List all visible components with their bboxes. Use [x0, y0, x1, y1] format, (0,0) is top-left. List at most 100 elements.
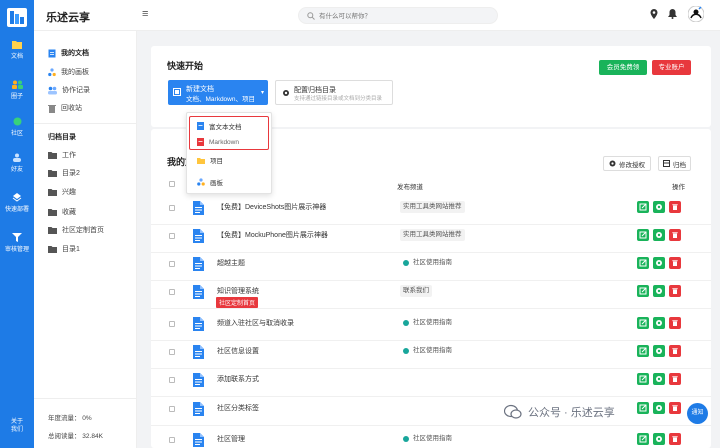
gear-icon [609, 160, 616, 167]
row-checkbox[interactable] [169, 437, 175, 443]
table-row[interactable]: 社区管理 社区使用指南 [151, 429, 711, 448]
location-icon[interactable] [650, 9, 658, 21]
sidebar-item-collab[interactable]: 协作记录 [48, 84, 90, 96]
rail-item-community[interactable]: 社区 [0, 117, 34, 137]
search-box[interactable] [298, 7, 498, 24]
folder-item[interactable]: 社区定制首页 [48, 224, 104, 236]
table-row[interactable]: 【免费】MockuPhone图片展示神器 实用工具类网站推荐 [151, 225, 711, 253]
dropdown-item-richtext[interactable]: 富文本文档 [197, 120, 242, 132]
folder-item[interactable]: 工作 [48, 149, 76, 161]
dropdown-item-markdown[interactable]: Markdown [197, 136, 239, 148]
table-row[interactable]: 添加联系方式 [151, 369, 711, 397]
dropdown-item-project[interactable]: 项目 [197, 154, 223, 166]
app-logo-icon[interactable] [5, 5, 29, 29]
bell-icon[interactable] [668, 9, 677, 21]
doc-name[interactable]: 频道入驻社区与取消收录 [217, 318, 294, 328]
rail-item-friends[interactable]: 好友 [0, 153, 34, 173]
delete-button[interactable] [669, 285, 681, 297]
member-free-button[interactable]: 会员免费领 [599, 60, 647, 75]
delete-button[interactable] [669, 433, 681, 445]
settings-button[interactable] [653, 317, 665, 329]
table-row[interactable]: 社区分类标签 [151, 398, 711, 426]
doc-name[interactable]: 社区信息设置 [217, 346, 259, 356]
delete-button[interactable] [669, 257, 681, 269]
folder-item[interactable]: 收藏 [48, 206, 76, 218]
row-checkbox[interactable] [169, 377, 175, 383]
channel-badge: 实用工具类网站推荐 [400, 229, 465, 241]
settings-button[interactable] [653, 201, 665, 213]
rail-item-review[interactable]: 审核管理 [0, 233, 34, 253]
archive-button[interactable]: 归档 [658, 156, 691, 171]
friends-icon [13, 153, 21, 162]
settings-button[interactable] [653, 229, 665, 241]
avatar[interactable] [687, 5, 705, 24]
row-checkbox[interactable] [169, 261, 175, 267]
settings-button[interactable] [653, 285, 665, 297]
trash-icon [672, 376, 678, 382]
delete-button[interactable] [669, 317, 681, 329]
edit-permission-button[interactable]: 修改授权 [603, 156, 651, 171]
folder-item[interactable]: 目录1 [48, 243, 80, 255]
row-checkbox[interactable] [169, 233, 175, 239]
sidebar-item-my-boards[interactable]: 我的画板 [48, 66, 89, 78]
doc-name[interactable]: 社区分类标签 [217, 403, 259, 413]
settings-button[interactable] [653, 373, 665, 385]
menu-toggle-icon[interactable]: ≡ [142, 8, 148, 20]
row-checkbox[interactable] [169, 349, 175, 355]
doc-name[interactable]: 超越主题 [217, 258, 245, 268]
year-flow-stat: 年度流量： 0% [48, 415, 92, 422]
settings-button[interactable] [653, 402, 665, 414]
settings-button[interactable] [653, 257, 665, 269]
table-row[interactable]: 【免费】DeviceShots图片展示神器 实用工具类网站推荐 [151, 197, 711, 225]
edit-button[interactable] [637, 285, 649, 297]
doc-name[interactable]: 社区管理 [217, 434, 245, 444]
sidebar-item-my-docs[interactable]: 我的文档 [48, 47, 89, 59]
table-row[interactable]: 超越主题 社区使用指南 [151, 253, 711, 281]
doc-name[interactable]: 添加联系方式 [217, 374, 259, 384]
edit-button[interactable] [637, 257, 649, 269]
row-checkbox[interactable] [169, 406, 175, 412]
delete-button[interactable] [669, 345, 681, 357]
row-checkbox[interactable] [169, 289, 175, 295]
edit-icon [639, 347, 647, 355]
config-archive-button[interactable]: 配置归档目录 支持通过链接目录或文档到分类目录 [275, 80, 393, 105]
notify-fab-button[interactable]: 通知 [687, 403, 708, 424]
rail-item-docs[interactable]: 文档 [0, 40, 34, 60]
settings-button[interactable] [653, 345, 665, 357]
table-row[interactable]: 社区信息设置 社区使用指南 [151, 341, 711, 369]
doc-name[interactable]: 知识管理系统 [217, 286, 259, 296]
select-all-checkbox[interactable] [169, 181, 175, 187]
folder-item[interactable]: 目录2 [48, 167, 80, 179]
edit-button[interactable] [637, 201, 649, 213]
settings-button[interactable] [653, 433, 665, 445]
pro-account-button[interactable]: 专业账户 [652, 60, 691, 75]
doc-name[interactable]: 【免费】DeviceShots图片展示神器 [217, 202, 326, 212]
document-icon [193, 285, 204, 299]
search-input[interactable] [319, 10, 489, 22]
rail-item-about[interactable]: 关于我们 [0, 418, 34, 434]
delete-button[interactable] [669, 402, 681, 414]
search-icon [307, 12, 315, 20]
table-row[interactable]: 频道入驻社区与取消收录 社区使用指南 [151, 313, 711, 341]
edit-button[interactable] [637, 433, 649, 445]
rail-item-circle[interactable]: 圈子 [0, 80, 34, 100]
edit-button[interactable] [637, 229, 649, 241]
edit-button[interactable] [637, 373, 649, 385]
sidebar-item-trash[interactable]: 回收站 [48, 102, 82, 114]
edit-button[interactable] [637, 345, 649, 357]
new-doc-button[interactable]: 新建文档 文档、Markdown、项目 ▾ [168, 80, 268, 105]
table-row[interactable]: 知识管理系统 社区定制首页 联系我们 [151, 281, 711, 309]
doc-name[interactable]: 【免费】MockuPhone图片展示神器 [217, 230, 328, 240]
rail-item-deploy[interactable]: 快速部署 [0, 193, 34, 213]
row-checkbox[interactable] [169, 205, 175, 211]
edit-button[interactable] [637, 317, 649, 329]
dropdown-item-board[interactable]: 画板 [197, 176, 223, 188]
delete-button[interactable] [669, 229, 681, 241]
delete-button[interactable] [669, 201, 681, 213]
delete-button[interactable] [669, 373, 681, 385]
row-checkbox[interactable] [169, 321, 175, 327]
edit-icon [639, 319, 647, 327]
folder-item[interactable]: 兴趣 [48, 186, 76, 198]
edit-button[interactable] [637, 402, 649, 414]
document-icon [197, 122, 204, 130]
